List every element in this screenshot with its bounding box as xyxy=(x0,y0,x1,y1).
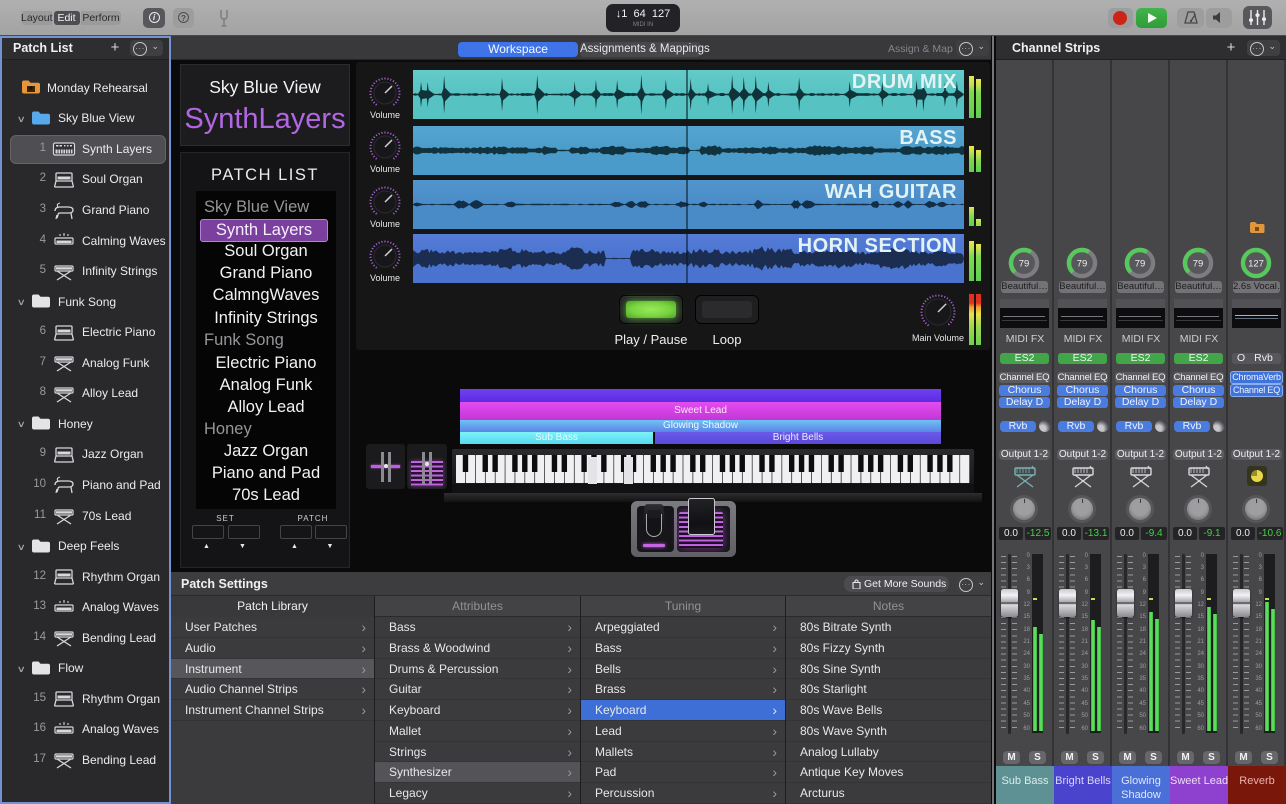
svg-text:79: 79 xyxy=(1193,259,1204,270)
svg-text:79: 79 xyxy=(1019,259,1030,270)
svg-text:127: 127 xyxy=(1248,259,1264,270)
svg-text:79: 79 xyxy=(1077,259,1088,270)
svg-text:79: 79 xyxy=(1135,259,1146,270)
